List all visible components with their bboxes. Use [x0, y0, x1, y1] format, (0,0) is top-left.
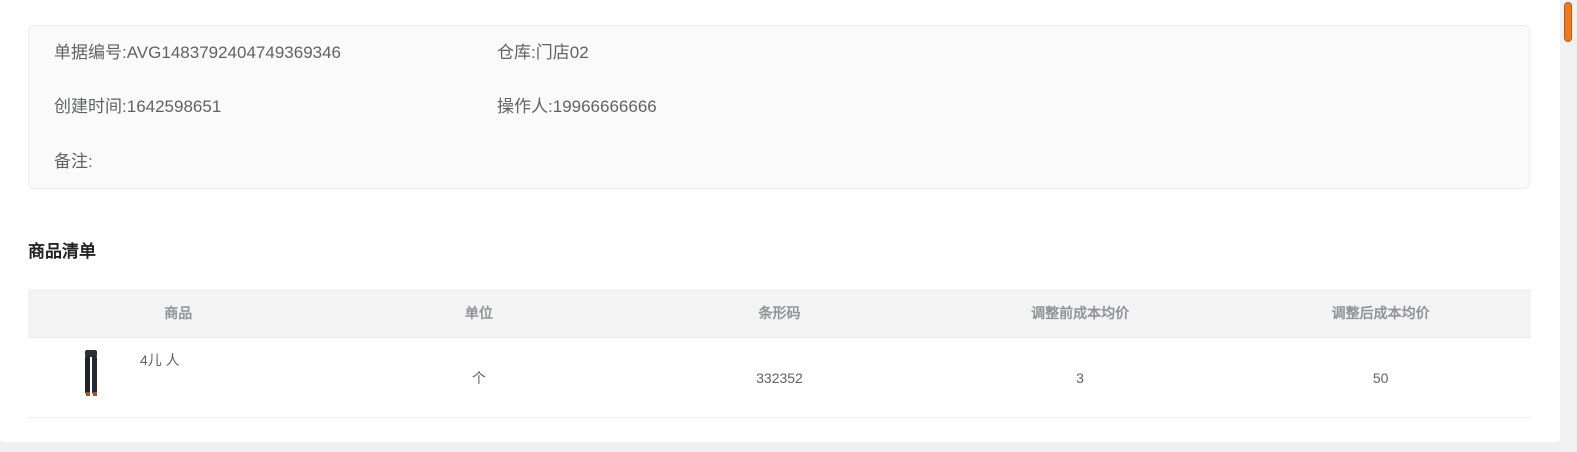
unit-cell: 个: [471, 369, 486, 386]
page-content: 单据编号:AVG1483792404749369346 仓库:门店02 创建时间…: [0, 0, 1560, 442]
vertical-scrollbar[interactable]: [1560, 0, 1577, 452]
column-header-product: 商品: [164, 305, 193, 321]
operator-label: 操作人:: [497, 97, 553, 116]
created-time-field: 创建时间:1642598651: [54, 97, 221, 117]
product-cell: 4儿 人: [28, 338, 329, 417]
product-thumbnail-icon: [72, 348, 110, 398]
scrollbar-thumb[interactable]: [1564, 2, 1572, 42]
cost-after-cell: 50: [1372, 369, 1389, 386]
warehouse-label: 仓库:: [497, 43, 536, 62]
remark-field: 备注:: [54, 152, 93, 172]
warehouse-field: 仓库:门店02: [497, 43, 589, 63]
warehouse-value: 门店02: [535, 43, 589, 62]
goods-list-title: 商品清单: [28, 242, 96, 261]
operator-value: 19966666666: [552, 97, 657, 116]
table-header: 商品 单位 条形码 调整前成本均价 调整后成本均价: [28, 289, 1531, 338]
remark-label: 备注:: [54, 152, 93, 171]
document-info-card: 单据编号:AVG1483792404749369346 仓库:门店02 创建时间…: [28, 25, 1530, 189]
operator-field: 操作人:19966666666: [497, 97, 657, 117]
table-row: 4儿 人 个 332352 3 50: [28, 338, 1531, 418]
cost-before-cell: 3: [1076, 369, 1084, 386]
doc-number-value: AVG1483792404749369346: [126, 43, 342, 62]
column-header-barcode: 条形码: [758, 305, 801, 321]
created-time-value: 1642598651: [126, 97, 222, 116]
column-header-cost-after: 调整后成本均价: [1331, 305, 1430, 321]
doc-number-field: 单据编号:AVG1483792404749369346: [54, 43, 341, 63]
goods-table: 商品 单位 条形码 调整前成本均价 调整后成本均价 4儿 人 个 332352 …: [28, 289, 1531, 418]
doc-number-label: 单据编号:: [54, 43, 127, 62]
column-header-unit: 单位: [464, 305, 493, 321]
column-header-cost-before: 调整前成本均价: [1031, 305, 1130, 321]
barcode-cell: 332352: [756, 369, 803, 386]
product-name: 4儿 人: [140, 352, 180, 368]
created-time-label: 创建时间:: [54, 97, 127, 116]
